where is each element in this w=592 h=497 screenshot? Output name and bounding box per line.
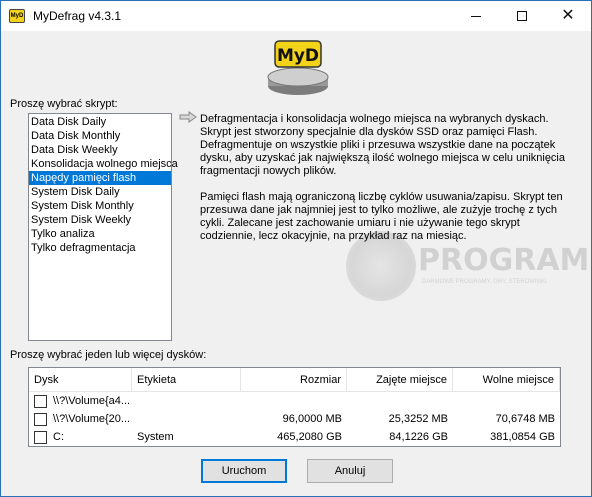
disk-used: 84,1226 GB — [389, 431, 448, 443]
disk-name: \\?\Volume{20... — [53, 413, 131, 425]
title-bar[interactable]: MyD MyDefrag v4.3.1 ✕ — [1, 1, 591, 31]
disk-free: 381,0854 GB — [490, 431, 555, 443]
disk-table-header: Dysk Etykieta Rozmiar Zajęte miejsce Wol… — [29, 368, 560, 392]
script-item[interactable]: Tylko analiza — [29, 227, 171, 241]
disk-label — [132, 411, 241, 428]
minimize-icon — [471, 15, 481, 17]
disk-used: 25,3252 MB — [388, 413, 448, 425]
disk-name: C: — [53, 431, 64, 443]
close-icon: ✕ — [561, 7, 575, 24]
disk-free — [453, 393, 560, 410]
mydefrag-logo: MyD — [267, 40, 329, 95]
disks-label: Proszę wybrać jeden lub więcej dysków: — [10, 349, 207, 361]
script-item[interactable]: Data Disk Weekly — [29, 143, 171, 157]
minimize-button[interactable] — [453, 1, 499, 31]
column-header-used[interactable]: Zajęte miejsce — [347, 368, 453, 392]
maximize-button[interactable] — [499, 1, 545, 31]
disk-label: System — [137, 431, 174, 443]
disk-table[interactable]: Dysk Etykieta Rozmiar Zajęte miejsce Wol… — [28, 367, 561, 447]
disk-size: 465,2080 GB — [277, 431, 342, 443]
script-list[interactable]: Data Disk Daily Data Disk Monthly Data Dis… — [28, 113, 178, 341]
script-item[interactable]: Data Disk Daily — [29, 115, 171, 129]
script-item[interactable]: Napędy pamięci flash — [29, 171, 171, 185]
arrow-right-icon — [179, 111, 197, 123]
watermark-subtext: DARMOWE PROGRAMY, GRY, STEROWNIKI — [422, 279, 547, 285]
script-item[interactable]: System Disk Daily — [29, 185, 171, 199]
disk-label — [132, 393, 241, 410]
maximize-icon — [517, 11, 527, 21]
disk-row[interactable]: \\?\Volume{a4... — [29, 393, 560, 410]
disk-size — [241, 393, 347, 410]
disk-name: \\?\Volume{a4... — [53, 395, 131, 407]
column-header-size[interactable]: Rozmiar — [241, 368, 347, 392]
cancel-button[interactable]: Anuluj — [307, 459, 393, 483]
app-icon: MyD — [9, 9, 25, 23]
column-header-free[interactable]: Wolne miejsce — [453, 368, 560, 392]
script-item[interactable]: Data Disk Monthly — [29, 129, 171, 143]
run-button[interactable]: Uruchom — [201, 459, 287, 483]
disk-free: 70,6748 MB — [495, 413, 555, 425]
disk-used — [347, 393, 453, 410]
description-paragraph: Pamięci flash mają ograniczoną liczbę cy… — [200, 191, 563, 242]
column-header-label[interactable]: Etykieta — [132, 368, 241, 392]
script-item[interactable]: System Disk Weekly — [29, 213, 171, 227]
column-header-disk[interactable]: Dysk — [29, 368, 132, 392]
window-title: MyDefrag v4.3.1 — [33, 9, 122, 23]
disk-row[interactable]: \\?\Volume{20... 96,0000 MB 25,3252 MB 70,6… — [29, 411, 560, 428]
disk-size: 96,0000 MB — [282, 413, 342, 425]
script-item[interactable]: System Disk Monthly — [29, 199, 171, 213]
script-label: Proszę wybrać skrypt: — [10, 98, 118, 110]
disk-row[interactable]: C: System 465,2080 GB 84,1226 GB 381,0854 GB — [29, 429, 560, 446]
script-description: Defragmentacja i konsolidacja wolnego mi… — [200, 113, 575, 256]
main-window: MyD MyDefrag v4.3.1 ✕ MyD PROGRAMKI.PL D… — [0, 0, 592, 497]
close-button[interactable]: ✕ — [545, 1, 591, 31]
script-item[interactable]: Konsolidacja wolnego miejsca — [29, 157, 178, 171]
description-paragraph: Defragmentacja i konsolidacja wolnego mi… — [200, 113, 565, 177]
logo-text: MyD — [277, 46, 319, 66]
script-item[interactable]: Tylko defragmentacja — [29, 241, 171, 255]
